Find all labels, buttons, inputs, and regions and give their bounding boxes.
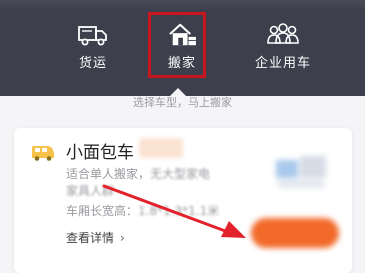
vehicle-description: 适合单人搬家，无大型家电 家具人群 <box>66 166 276 200</box>
selection-hint: 选择车型，马上搬家 <box>133 96 232 109</box>
group-icon <box>267 23 299 44</box>
tab-freight[interactable]: 货运 <box>48 22 138 74</box>
status-strip <box>0 0 365 10</box>
highlight-box <box>148 12 206 78</box>
blurred-vehicle-image <box>276 156 326 188</box>
truck-icon <box>78 26 107 46</box>
view-details-link[interactable]: 查看详情 › <box>66 229 125 246</box>
tab-enterprise[interactable]: 企业用车 <box>233 22 333 74</box>
tab-enterprise-label: 企业用车 <box>254 56 311 71</box>
top-navigation: 货运 搬家 企业用车 <box>0 0 365 96</box>
vehicle-title: 小面包车 <box>66 143 134 163</box>
view-details-label: 查看详情 <box>66 231 115 245</box>
desc-text: 适合单人搬家， <box>66 167 151 181</box>
blurred-price-tag <box>139 138 183 158</box>
desc-blurred-1: 无大型家电 <box>150 167 211 181</box>
desc-blurred-2: 家具人群 <box>66 184 115 198</box>
chevron-right-icon: › <box>120 231 125 245</box>
van-icon <box>32 146 54 161</box>
tab-freight-label: 货运 <box>78 56 107 71</box>
dims-value: 1.8*1.3*1.1米 <box>138 204 220 218</box>
vehicle-dimensions: 车厢长宽高：1.8*1.3*1.1米 <box>66 202 219 219</box>
blurred-order-button[interactable] <box>251 218 339 248</box>
dims-label: 车厢长宽高： <box>66 204 139 218</box>
vehicle-card[interactable]: 小面包车 适合单人搬家，无大型家电 家具人群 车厢长宽高：1.8*1.3*1.1… <box>14 128 352 273</box>
